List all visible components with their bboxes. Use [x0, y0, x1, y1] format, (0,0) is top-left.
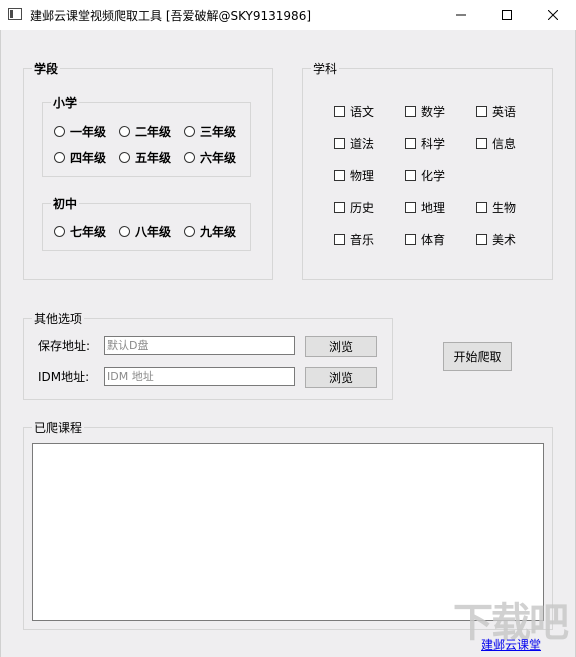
middle-group-title: 初中	[51, 195, 80, 212]
radio-grade-6[interactable]: 六年级	[184, 149, 236, 166]
checkbox-box[interactable]	[334, 138, 345, 149]
checkbox-label: 音乐	[350, 233, 375, 247]
stage-group-title: 学段	[32, 60, 61, 77]
maximize-icon	[502, 10, 512, 20]
checkbox-box[interactable]	[334, 202, 345, 213]
checkbox-box[interactable]	[476, 106, 487, 117]
radio-label: 七年级	[70, 225, 107, 239]
radio-circle[interactable]	[54, 126, 65, 137]
radio-grade-4[interactable]: 四年级	[54, 149, 106, 166]
checkbox-ethics[interactable]: 道法	[334, 135, 374, 152]
checkbox-label: 英语	[492, 105, 517, 119]
close-icon	[548, 10, 558, 20]
primary-group-title: 小学	[51, 94, 80, 111]
courses-title: 已爬课程	[32, 419, 85, 436]
checkbox-box[interactable]	[405, 234, 416, 245]
checkbox-chinese[interactable]: 语文	[334, 103, 374, 120]
checkbox-pe[interactable]: 体育	[405, 231, 445, 248]
app-icon	[8, 8, 22, 20]
checkbox-label: 美术	[492, 233, 517, 247]
checkbox-box[interactable]	[334, 170, 345, 181]
minimize-icon	[456, 14, 466, 16]
radio-circle[interactable]	[119, 152, 130, 163]
start-crawl-button[interactable]: 开始爬取	[443, 342, 512, 371]
idm-path-input[interactable]	[104, 367, 295, 386]
minimize-button[interactable]	[438, 0, 484, 30]
checkbox-math[interactable]: 数学	[405, 103, 445, 120]
radio-circle[interactable]	[184, 152, 195, 163]
radio-circle[interactable]	[184, 126, 195, 137]
radio-grade-7[interactable]: 七年级	[54, 223, 106, 240]
middle-group: 初中 七年级 八年级 九年级	[42, 195, 251, 251]
radio-circle[interactable]	[119, 226, 130, 237]
checkbox-science[interactable]: 科学	[405, 135, 445, 152]
radio-circle[interactable]	[184, 226, 195, 237]
checkbox-music[interactable]: 音乐	[334, 231, 374, 248]
client-area: 学段 小学 一年级 二年级 三年级 四年级 五年级 六年级 初中 七年级 八年级…	[0, 30, 576, 657]
other-options-title: 其他选项	[32, 310, 85, 327]
checkbox-label: 数学	[421, 105, 446, 119]
radio-circle[interactable]	[54, 226, 65, 237]
checkbox-label: 历史	[350, 201, 375, 215]
close-button[interactable]	[530, 0, 576, 30]
checkbox-history[interactable]: 历史	[334, 199, 374, 216]
radio-grade-9[interactable]: 九年级	[184, 223, 236, 240]
checkbox-it[interactable]: 信息	[476, 135, 516, 152]
radio-circle[interactable]	[54, 152, 65, 163]
browse-save-button[interactable]: 浏览	[305, 336, 377, 357]
checkbox-chemistry[interactable]: 化学	[405, 167, 445, 184]
radio-label: 五年级	[135, 151, 172, 165]
checkbox-label: 科学	[421, 137, 446, 151]
radio-label: 八年级	[135, 225, 172, 239]
save-path-label: 保存地址:	[38, 339, 91, 353]
radio-grade-2[interactable]: 二年级	[119, 123, 171, 140]
radio-grade-5[interactable]: 五年级	[119, 149, 171, 166]
radio-label: 三年级	[200, 125, 237, 139]
radio-grade-3[interactable]: 三年级	[184, 123, 236, 140]
radio-label: 二年级	[135, 125, 172, 139]
checkbox-label: 地理	[421, 201, 446, 215]
primary-group: 小学 一年级 二年级 三年级 四年级 五年级 六年级	[42, 94, 251, 177]
checkbox-box[interactable]	[476, 138, 487, 149]
maximize-button[interactable]	[484, 0, 530, 30]
radio-label: 一年级	[70, 125, 107, 139]
checkbox-geography[interactable]: 地理	[405, 199, 445, 216]
checkbox-box[interactable]	[476, 234, 487, 245]
stage-group: 学段 小学 一年级 二年级 三年级 四年级 五年级 六年级 初中 七年级 八年级…	[23, 60, 273, 280]
other-options-group: 其他选项 保存地址: 浏览 IDM地址: 浏览	[23, 310, 393, 400]
checkbox-biology[interactable]: 生物	[476, 199, 516, 216]
window-title: 建邺云课堂视频爬取工具 [吾爱破解@SKY9131986]	[30, 9, 312, 23]
subject-group-title: 学科	[311, 60, 340, 77]
radio-grade-1[interactable]: 一年级	[54, 123, 106, 140]
checkbox-label: 道法	[350, 137, 375, 151]
footer-link[interactable]: 建邺云课堂	[481, 636, 541, 653]
checkbox-box[interactable]	[405, 202, 416, 213]
radio-label: 四年级	[70, 151, 107, 165]
checkbox-box[interactable]	[334, 234, 345, 245]
save-path-input[interactable]	[104, 336, 295, 355]
checkbox-box[interactable]	[405, 138, 416, 149]
radio-circle[interactable]	[119, 126, 130, 137]
checkbox-label: 生物	[492, 201, 517, 215]
checkbox-label: 语文	[350, 105, 375, 119]
title-bar: 建邺云课堂视频爬取工具 [吾爱破解@SKY9131986]	[0, 0, 576, 30]
radio-label: 六年级	[200, 151, 237, 165]
checkbox-label: 物理	[350, 169, 375, 183]
checkbox-physics[interactable]: 物理	[334, 167, 374, 184]
checkbox-box[interactable]	[476, 202, 487, 213]
radio-label: 九年级	[200, 225, 237, 239]
checkbox-label: 化学	[421, 169, 446, 183]
checkbox-art[interactable]: 美术	[476, 231, 516, 248]
checkbox-box[interactable]	[405, 106, 416, 117]
idm-path-label: IDM地址:	[38, 370, 90, 384]
subject-group: 学科 语文 数学 英语 道法 科学 信息 物理 化学 历史 地理 生物 音乐 体…	[302, 60, 553, 280]
browse-idm-button[interactable]: 浏览	[305, 367, 377, 388]
checkbox-label: 信息	[492, 137, 517, 151]
checkbox-label: 体育	[421, 233, 446, 247]
checkbox-box[interactable]	[405, 170, 416, 181]
checkbox-english[interactable]: 英语	[476, 103, 516, 120]
checkbox-box[interactable]	[334, 106, 345, 117]
radio-grade-8[interactable]: 八年级	[119, 223, 171, 240]
